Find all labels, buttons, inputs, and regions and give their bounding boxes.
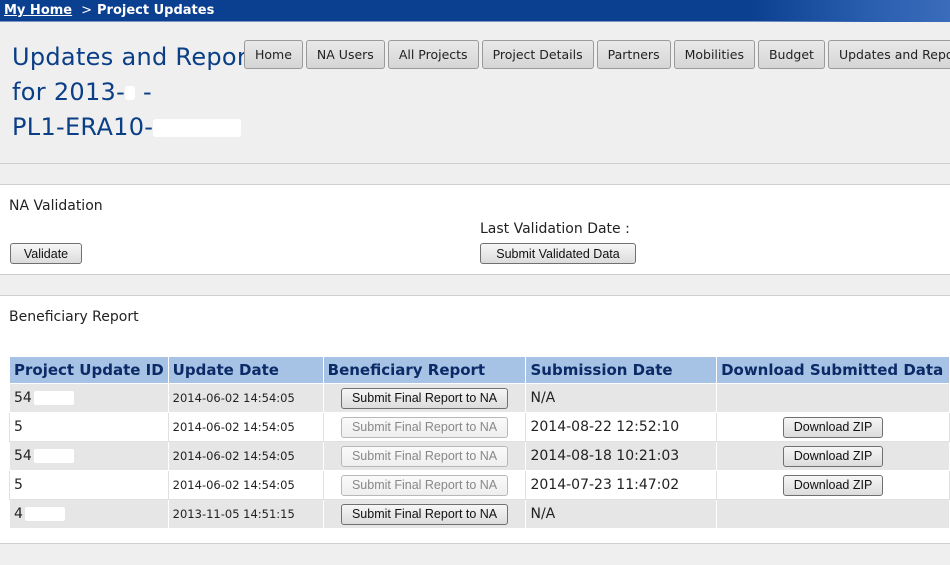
project-update-id-cell: 54	[9, 441, 169, 471]
beneficiary-report-cell: Submit Final Report to NA	[322, 383, 527, 413]
submission-date-cell: 2014-08-18 10:21:03	[525, 441, 718, 471]
nav-button-project-details[interactable]: Project Details	[481, 40, 594, 69]
breadcrumb-home-link[interactable]: My Home	[4, 3, 72, 18]
beneficiary-report-cell: Submit Final Report to NA	[322, 470, 527, 500]
page-title: Updates and Reports for 2013- - PL1-ERA1…	[12, 40, 270, 145]
title-line-2-tail: -	[135, 78, 152, 106]
column-header: Submission Date	[525, 356, 718, 384]
table-row: 4 2013-11-05 14:51:15 Submit Final Report …	[9, 499, 950, 529]
download-zip-button[interactable]: Download ZIP	[782, 416, 884, 438]
column-header: Update Date	[167, 356, 324, 384]
beneficiary-report-section: Beneficiary Report Project Update ID Upd…	[0, 296, 950, 543]
table-row: 5 2014-06-02 14:54:05 Submit Final Report …	[9, 470, 950, 500]
last-validation-date-label: Last Validation Date :	[480, 221, 630, 237]
beneficiary-report-cell: Submit Final Report to NA	[322, 499, 527, 529]
title-line-3-text: PL1-ERA10-	[12, 113, 154, 141]
nav-button-updates-and-reports[interactable]: Updates and Reports	[827, 40, 950, 69]
redaction	[125, 86, 136, 100]
nav-button-all-projects[interactable]: All Projects	[387, 40, 479, 69]
project-update-id: 4	[14, 506, 23, 522]
redaction	[33, 391, 74, 405]
page-header: Updates and Reports for 2013- - PL1-ERA1…	[0, 22, 950, 164]
title-line-2: for 2013- -	[12, 75, 270, 110]
nav-button-na-users[interactable]: NA Users	[305, 40, 385, 69]
breadcrumb-separator: >	[81, 3, 93, 18]
beneficiary-report-title: Beneficiary Report	[9, 309, 139, 325]
redaction	[24, 478, 65, 492]
nav-button-home[interactable]: Home	[244, 40, 303, 69]
project-update-id: 5	[14, 477, 23, 493]
beneficiary-report-cell: Submit Final Report to NA	[322, 412, 527, 442]
nav-button-mobilities[interactable]: Mobilities	[673, 40, 755, 69]
download-cell	[716, 383, 950, 413]
submission-date-cell: N/A	[525, 383, 718, 413]
download-cell: Download ZIP	[716, 470, 950, 500]
divider-strip	[0, 164, 950, 185]
project-updates-table: Project Update ID Update Date Beneficiar…	[9, 356, 950, 529]
main-nav: Home NA Users All Projects Project Details P…	[244, 40, 950, 69]
update-date-cell: 2014-06-02 14:54:05	[167, 441, 324, 471]
column-header: Download Submitted Data	[716, 356, 950, 384]
project-update-id: 54	[14, 448, 32, 464]
submit-final-report-button: Submit Final Report to NA	[340, 474, 509, 496]
validate-button[interactable]: Validate	[10, 243, 82, 264]
beneficiary-report-cell: Submit Final Report to NA	[322, 441, 527, 471]
download-cell	[716, 499, 950, 529]
submission-date-cell: 2014-07-23 11:47:02	[525, 470, 718, 500]
submission-date-cell: 2014-08-22 12:52:10	[525, 412, 718, 442]
download-zip-button[interactable]: Download ZIP	[782, 445, 884, 467]
redaction	[33, 449, 74, 463]
project-update-id: 5	[14, 419, 23, 435]
project-update-id-cell: 5	[9, 470, 169, 500]
footer-strip	[0, 543, 950, 565]
table-row: 5 2014-06-02 14:54:05 Submit Final Report …	[9, 412, 950, 442]
submit-final-report-button: Submit Final Report to NA	[340, 416, 509, 438]
title-line-3: PL1-ERA10-	[12, 110, 270, 145]
column-header: Beneficiary Report	[322, 356, 527, 384]
download-zip-button[interactable]: Download ZIP	[782, 474, 884, 496]
table-row: 54 2014-06-02 14:54:05 Submit Final Report…	[9, 383, 950, 413]
submit-final-report-button: Submit Final Report to NA	[340, 445, 509, 467]
title-line-1: Updates and Reports	[12, 43, 270, 71]
project-update-id-cell: 4	[9, 499, 169, 529]
table-header-row: Project Update ID Update Date Beneficiar…	[9, 356, 950, 384]
breadcrumb: My Home > Project Updates	[0, 0, 950, 22]
submit-validated-data-button[interactable]: Submit Validated Data	[480, 243, 636, 264]
na-validation-title: NA Validation	[9, 198, 103, 214]
column-header: Project Update ID	[9, 356, 169, 384]
submit-final-report-button[interactable]: Submit Final Report to NA	[340, 503, 509, 525]
breadcrumb-current: Project Updates	[97, 3, 215, 18]
table-row: 54 2014-06-02 14:54:05 Submit Final Report…	[9, 441, 950, 471]
update-date-cell: 2014-06-02 14:54:05	[167, 470, 324, 500]
nav-button-budget[interactable]: Budget	[757, 40, 825, 69]
title-line-2-text: for 2013-	[12, 78, 126, 106]
update-date-cell: 2014-06-02 14:54:05	[167, 383, 324, 413]
project-update-id-cell: 5	[9, 412, 169, 442]
project-update-id-cell: 54	[9, 383, 169, 413]
project-update-id: 54	[14, 390, 32, 406]
redaction	[153, 119, 242, 137]
submit-final-report-button[interactable]: Submit Final Report to NA	[340, 387, 509, 409]
download-cell: Download ZIP	[716, 412, 950, 442]
download-cell: Download ZIP	[716, 441, 950, 471]
update-date-cell: 2013-11-05 14:51:15	[167, 499, 324, 529]
update-date-cell: 2014-06-02 14:54:05	[167, 412, 324, 442]
submission-date-cell: N/A	[525, 499, 718, 529]
header-decoration	[750, 0, 950, 22]
redaction	[24, 507, 65, 521]
redaction	[24, 420, 65, 434]
divider-strip	[0, 275, 950, 296]
nav-button-partners[interactable]: Partners	[596, 40, 671, 69]
na-validation-section: NA Validation Validate Last Validation D…	[0, 185, 950, 275]
